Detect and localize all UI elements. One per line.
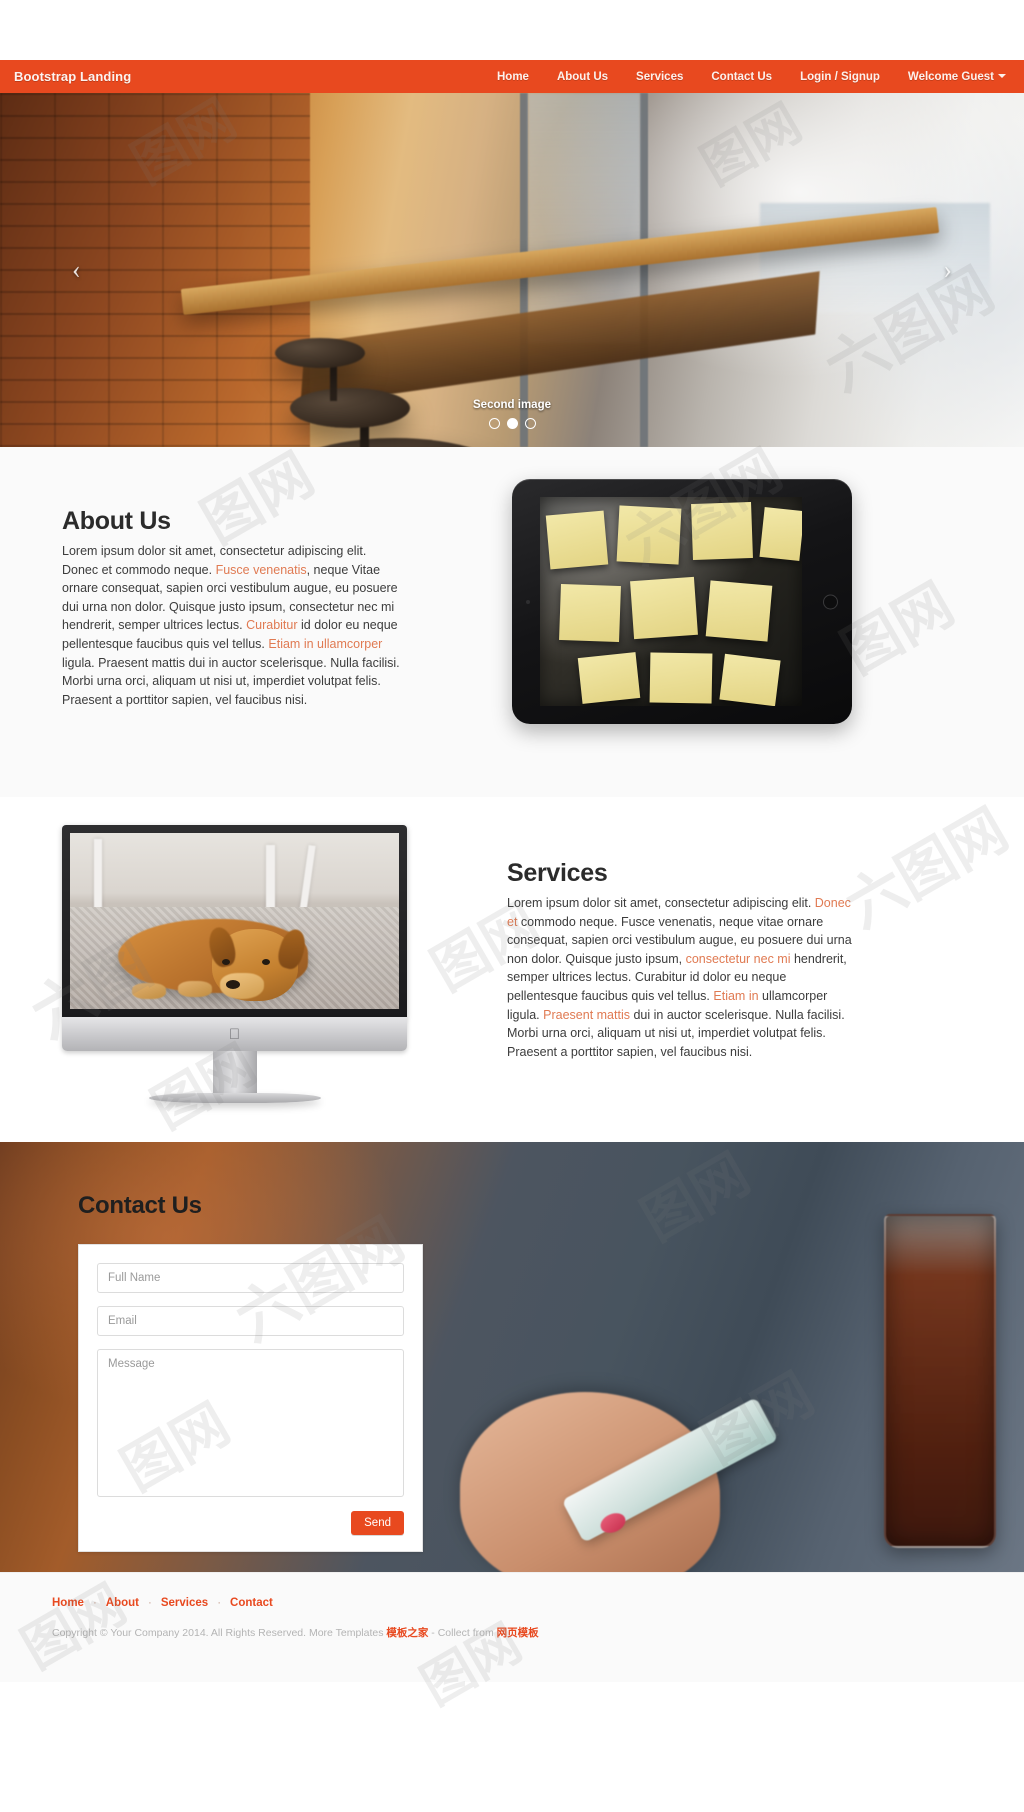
carousel-caption: Second image [473, 399, 551, 411]
message-textarea[interactable] [97, 1349, 404, 1497]
imac-screen [70, 833, 399, 1009]
imac-chin-bar:  [62, 1017, 407, 1051]
services-text-block: Services Lorem ipsum dolor sit amet, con… [507, 859, 852, 1061]
contact-section: Contact Us Send [0, 1142, 1024, 1572]
footer-link-services[interactable]: Services [161, 1597, 208, 1609]
footer-links: Home · About · Services · Contact [52, 1597, 972, 1609]
iced-drink-decor [884, 1214, 996, 1548]
dog-photo [70, 833, 399, 1009]
carousel-indicator-3[interactable] [524, 418, 536, 429]
stool-decor [275, 338, 365, 368]
apple-logo-icon:  [229, 1027, 240, 1042]
carousel-prev-icon[interactable]: ‹ [72, 257, 81, 283]
contact-title: Contact Us [78, 1192, 202, 1219]
carousel-next-icon[interactable]: › [943, 257, 952, 283]
imac-stand-neck [212, 1051, 257, 1095]
fullname-input[interactable] [97, 1263, 404, 1293]
imac-mockup-image:  [62, 825, 407, 1105]
carousel-slide-image [0, 93, 1024, 447]
services-section:  Services Lorem ipsum dolor sit amet, c… [0, 797, 1024, 1142]
about-title: About Us [62, 507, 171, 535]
footer-link-home[interactable]: Home [52, 1597, 84, 1609]
nav-item-home[interactable]: Home [483, 71, 543, 83]
nav-item-welcome-guest[interactable]: Welcome Guest [894, 71, 1014, 83]
welcome-guest-label: Welcome Guest [907, 70, 994, 83]
email-input[interactable] [97, 1306, 404, 1336]
about-highlight-3[interactable]: Etiam in ullamcorper [268, 637, 382, 651]
hero-carousel[interactable]: ‹ › Second image [0, 93, 1024, 447]
footer-separator: · [217, 1597, 222, 1609]
ipad-screen [540, 497, 802, 706]
carousel-indicator-1[interactable] [488, 418, 500, 429]
imac-stand-foot [148, 1093, 321, 1103]
landing-page: Bootstrap Landing Home About Us Services… [0, 0, 1024, 1812]
ipad-home-button [823, 594, 838, 609]
nav-item-contact-us[interactable]: Contact Us [697, 71, 786, 83]
services-text-1: Lorem ipsum dolor sit amet, consectetur … [507, 896, 815, 910]
send-row: Send [97, 1511, 404, 1535]
copyright-part-2: - Collect from [428, 1627, 497, 1639]
services-highlight-4[interactable]: Praesent mattis [543, 1008, 630, 1022]
footer-separator: · [148, 1597, 152, 1609]
brick-wall-decor [0, 93, 310, 447]
navbar: Bootstrap Landing Home About Us Services… [0, 60, 1024, 93]
nav-item-login-signup[interactable]: Login / Signup [786, 71, 894, 83]
window-frame-decor [640, 93, 648, 447]
contact-form: Send [78, 1244, 423, 1552]
stool-decor [280, 438, 510, 447]
nav-item-services[interactable]: Services [622, 71, 697, 83]
carousel-indicator-2[interactable] [506, 418, 518, 429]
ipad-mockup-image [512, 479, 852, 724]
footer: Home · About · Services · Contact Copyright © … [0, 1572, 1024, 1682]
services-paragraph: Lorem ipsum dolor sit amet, consectetur … [507, 894, 852, 1061]
about-text-block: About Us Lorem ipsum dolor sit amet, con… [62, 507, 402, 709]
top-spacer [0, 0, 1024, 60]
chevron-down-icon [998, 74, 1006, 79]
imac-bezel [62, 825, 407, 1017]
services-highlight-2[interactable]: consectetur nec mi [686, 952, 791, 966]
ipad-camera-icon [526, 599, 530, 604]
footer-separator: · [92, 1597, 97, 1609]
copyright-cn-link-2[interactable]: 网页模板 [497, 1627, 539, 1639]
services-title: Services [507, 859, 608, 887]
carousel-indicators [0, 418, 1024, 429]
brand-logo[interactable]: Bootstrap Landing [14, 69, 131, 84]
nav-links: Home About Us Services Contact Us Login … [483, 71, 1014, 83]
copyright-part-1: Copyright © Your Company 2014. All Right… [52, 1627, 387, 1639]
about-paragraph: Lorem ipsum dolor sit amet, consectetur … [62, 542, 402, 709]
footer-link-contact[interactable]: Contact [230, 1597, 273, 1609]
services-highlight-3[interactable]: Etiam in [713, 989, 758, 1003]
footer-link-about[interactable]: About [106, 1597, 139, 1609]
nav-item-about-us[interactable]: About Us [543, 71, 622, 83]
copyright-cn-link-1[interactable]: 模板之家 [386, 1627, 428, 1639]
about-section: About Us Lorem ipsum dolor sit amet, con… [0, 447, 1024, 797]
copyright-text: Copyright © Your Company 2014. All Right… [52, 1625, 972, 1640]
send-button[interactable]: Send [351, 1511, 404, 1535]
about-highlight-2[interactable]: Curabitur [246, 618, 297, 632]
about-highlight-1[interactable]: Fusce venenatis [216, 563, 307, 577]
about-text-4: ligula. Praesent mattis dui in auctor sc… [62, 655, 400, 707]
